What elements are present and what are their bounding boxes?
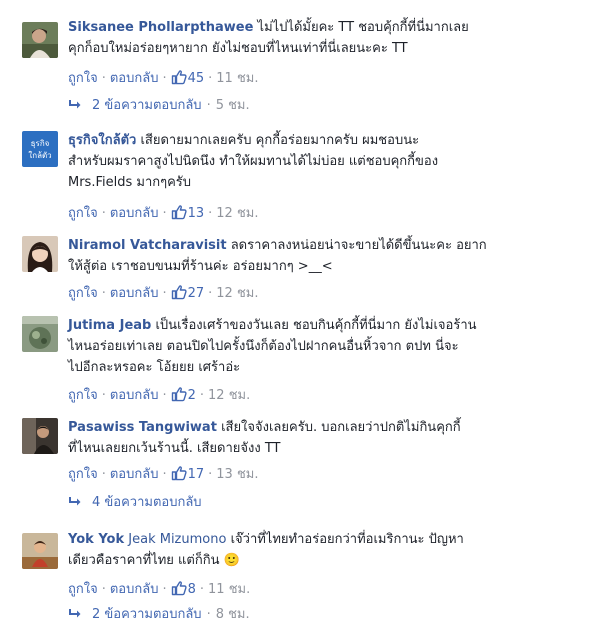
comment-text: คุกก็อบใหม่อร่อยๆหายาก ยังไม่ชอบที่ไหนเท… xyxy=(68,41,408,56)
comment-text: ไม่ไปได้มั้ยคะ TT ชอบคุ้กกี้ที่นี่มากเลย xyxy=(257,20,469,35)
like-button[interactable]: ถูกใจ xyxy=(68,71,98,86)
profile-photo-icon xyxy=(22,236,58,272)
avatar[interactable] xyxy=(22,418,58,454)
comment-actions: ถูกใจ · ตอบกลับ · 13 · 12 ชม. xyxy=(68,205,259,221)
comment-author[interactable]: Siksanee Phollarpthawee xyxy=(68,20,253,35)
avatar[interactable] xyxy=(22,22,58,58)
reply-arrow-icon xyxy=(69,497,81,506)
profile-photo-icon xyxy=(22,533,58,569)
page-logo-icon: ธุรกิจ ใกล้ตัว xyxy=(22,131,58,167)
comment-text: ลดราคาลงหน่อยน่าจะขายได้ดีขึ้นนะคะ อยาก xyxy=(230,238,487,253)
timestamp[interactable]: 13 ชม. xyxy=(216,467,258,482)
comment-text: เดียวคือราคาที่ไทย แต่ก็กิน 🙂 xyxy=(68,553,240,568)
reply-button[interactable]: ตอบกลับ xyxy=(110,582,159,597)
timestamp: 8 ชม. xyxy=(215,607,250,622)
reply-button[interactable]: ตอบกลับ xyxy=(110,467,159,482)
mentioned-user[interactable]: Jeak Mizumono xyxy=(128,532,226,547)
view-replies-link[interactable]: 2 ข้อความตอบกลับ · 5 ชม. xyxy=(68,95,250,117)
comment-text: เสียใจจังเลยครับ. บอกเลยว่าปกติไม่กินคุก… xyxy=(221,420,461,435)
thumbs-up-icon xyxy=(171,466,187,481)
timestamp[interactable]: 11 ชม. xyxy=(216,71,258,86)
reply-button[interactable]: ตอบกลับ xyxy=(110,71,159,86)
reply-button[interactable]: ตอบกลับ xyxy=(110,286,159,301)
comment-author[interactable]: Jutima Jeab xyxy=(68,318,151,333)
comment-text: Mrs.Fields มากๆครับ xyxy=(68,175,192,190)
comment-text: สำหรับผมราคาสูงไปนิดนึง ทำให้ผมทานได้ไม่… xyxy=(68,154,439,169)
comment-text: เจ๊ว่าที่ไทยทำอร่อยกว่าที่อเมริกานะ ปัญห… xyxy=(230,532,464,547)
comment-text: ไหนอร่อยเท่าเลย ตอนปิดไปครั้งนึงก็ต้องไป… xyxy=(68,339,459,354)
comment-actions: ถูกใจ · ตอบกลับ · 17 · 13 ชม. xyxy=(68,466,259,482)
view-replies-link[interactable]: 2 ข้อความตอบกลับ · 8 ชม. xyxy=(68,604,250,626)
avatar[interactable]: ธุรกิจ ใกล้ตัว xyxy=(22,131,58,167)
reply-arrow-icon xyxy=(69,100,81,109)
comment-author[interactable]: Yok Yok xyxy=(68,532,124,547)
thumbs-up-icon xyxy=(171,205,187,220)
thumbs-up-icon xyxy=(171,285,187,300)
timestamp[interactable]: 12 ชม. xyxy=(216,286,258,301)
like-count[interactable]: 2 xyxy=(171,387,196,403)
timestamp: 5 ชม. xyxy=(215,98,250,113)
comment-author[interactable]: Pasawiss Tangwiwat xyxy=(68,420,217,435)
profile-photo-icon xyxy=(22,22,58,58)
comment-author[interactable]: ธุรกิจใกล้ตัว xyxy=(68,133,136,148)
logo-text: ใกล้ตัว xyxy=(28,151,51,160)
comment-text: ไปอีกละหรอคะ โอ้ยยย เศร้าอ่ะ xyxy=(68,360,241,375)
like-count[interactable]: 13 xyxy=(171,205,204,221)
thumbs-up-icon xyxy=(171,581,187,596)
like-count[interactable]: 45 xyxy=(171,70,204,86)
like-button[interactable]: ถูกใจ xyxy=(68,206,98,221)
logo-text: ธุรกิจ xyxy=(31,139,50,148)
like-button[interactable]: ถูกใจ xyxy=(68,388,98,403)
like-button[interactable]: ถูกใจ xyxy=(68,286,98,301)
like-count[interactable]: 8 xyxy=(171,581,196,597)
timestamp[interactable]: 12 ชม. xyxy=(216,206,258,221)
comment-actions: ถูกใจ · ตอบกลับ · 8 · 11 ชม. xyxy=(68,581,251,597)
timestamp[interactable]: 11 ชม. xyxy=(208,582,250,597)
like-count[interactable]: 27 xyxy=(171,285,204,301)
profile-photo-icon xyxy=(22,418,58,454)
timestamp[interactable]: 12 ชม. xyxy=(208,388,250,403)
reply-button[interactable]: ตอบกลับ xyxy=(110,388,159,403)
reply-arrow-icon xyxy=(69,609,81,618)
comment-text: ที่ไหนเลยยกเว้นร้านนี้. เสียดายจังง TT xyxy=(68,441,281,456)
profile-photo-icon xyxy=(22,316,58,352)
comment-text: เป็นเรื่องเศร้าของวันเลย ชอบกินคุ้กกี้ที… xyxy=(155,318,477,333)
thumbs-up-icon xyxy=(171,70,187,85)
view-replies-link[interactable]: 4 ข้อความตอบกลับ xyxy=(68,492,202,514)
comment-text: ให้สู้ต่อ เราชอบขนมที่ร้านค่ะ อร่อยมากๆ … xyxy=(68,259,333,274)
comment-actions: ถูกใจ · ตอบกลับ · 2 · 12 ชม. xyxy=(68,387,251,403)
like-count[interactable]: 17 xyxy=(171,466,204,482)
avatar[interactable] xyxy=(22,236,58,272)
avatar[interactable] xyxy=(22,316,58,352)
like-button[interactable]: ถูกใจ xyxy=(68,582,98,597)
reply-button[interactable]: ตอบกลับ xyxy=(110,206,159,221)
comment-actions: ถูกใจ · ตอบกลับ · 45 · 11 ชม. xyxy=(68,70,259,86)
thumbs-up-icon xyxy=(171,387,187,402)
comment-actions: ถูกใจ · ตอบกลับ · 27 · 12 ชม. xyxy=(68,285,259,301)
comment-author[interactable]: Niramol Vatcharavisit xyxy=(68,238,227,253)
like-button[interactable]: ถูกใจ xyxy=(68,467,98,482)
avatar[interactable] xyxy=(22,533,58,569)
comment-text: เสียดายมากเลยครับ คุกกี้อร่อยมากครับ ผมช… xyxy=(140,133,420,148)
